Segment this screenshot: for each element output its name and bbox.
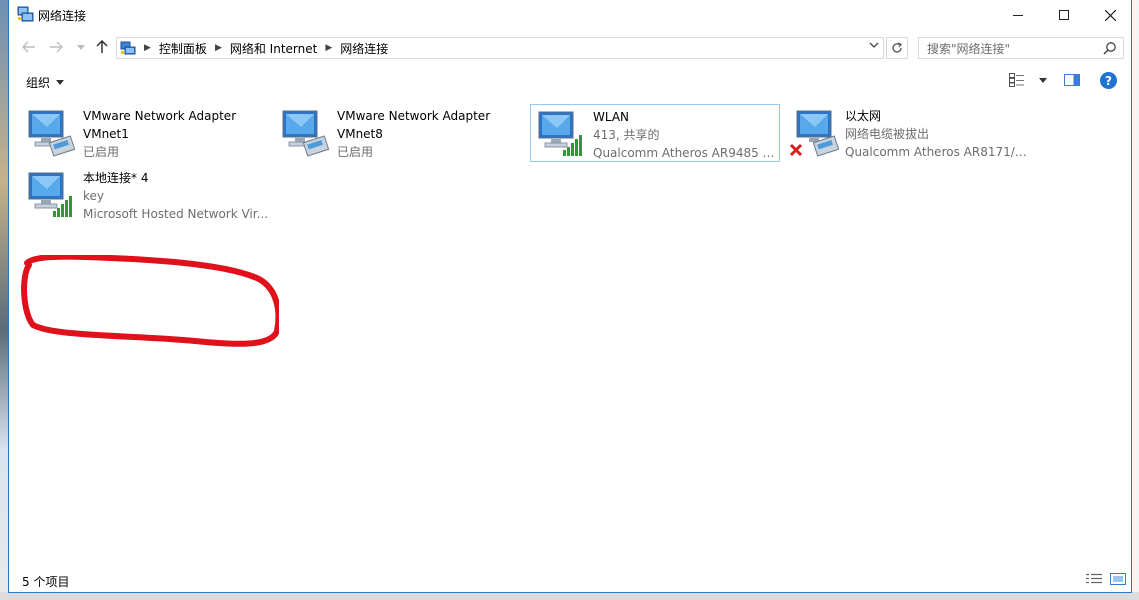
chevron-right-icon[interactable]: ▶ bbox=[215, 43, 222, 53]
list-item[interactable]: 以太网 网络电缆被拔出 Qualcomm Atheros AR8171/8... bbox=[783, 104, 1032, 161]
connection-text: 以太网 网络电缆被拔出 Qualcomm Atheros AR8171/8... bbox=[845, 107, 1031, 161]
wireless-adapter-icon bbox=[538, 111, 582, 156]
large-icons-view-icon[interactable] bbox=[1110, 573, 1126, 585]
search-icon[interactable] bbox=[1103, 41, 1117, 55]
connection-status: 已启用 bbox=[83, 145, 120, 159]
help-button[interactable]: ? bbox=[1100, 72, 1117, 89]
search-placeholder: 搜索"网络连接" bbox=[927, 41, 1011, 56]
list-item-selected[interactable]: WLAN 413, 共享的 Qualcomm Atheros AR9485 W.… bbox=[530, 104, 780, 162]
chevron-down-icon bbox=[77, 44, 85, 50]
taskbar-edge bbox=[0, 592, 1139, 600]
maximize-button[interactable] bbox=[1041, 0, 1087, 30]
chevron-right-icon[interactable]: ▶ bbox=[144, 43, 151, 53]
connection-device: Qualcomm Atheros AR9485 W... bbox=[593, 146, 779, 160]
command-bar: 组织 ? bbox=[9, 66, 1131, 96]
connection-status: 网络电缆被拔出 bbox=[845, 127, 930, 141]
status-bar: 5 个项目 bbox=[9, 569, 1131, 591]
connection-text: WLAN 413, 共享的 Qualcomm Atheros AR9485 W.… bbox=[593, 108, 779, 162]
title-bar[interactable]: 网络连接 bbox=[9, 0, 1131, 30]
organize-label: 组织 bbox=[26, 76, 51, 90]
connection-name: 以太网 bbox=[845, 109, 882, 123]
refresh-button[interactable] bbox=[886, 37, 908, 59]
forward-button[interactable] bbox=[46, 37, 66, 57]
connection-status: 已启用 bbox=[337, 145, 374, 159]
address-bar[interactable]: ▶ 控制面板 ▶ 网络和 Internet ▶ 网络连接 bbox=[116, 37, 884, 59]
chevron-right-icon[interactable]: ▶ bbox=[325, 43, 332, 53]
forward-arrow-icon bbox=[50, 41, 63, 53]
explorer-window: 网络连接 ▶ 控制面板 ▶ 网络和 Internet ▶ 网络连接 搜索"网络连… bbox=[8, 0, 1132, 593]
maximize-icon bbox=[1059, 10, 1069, 20]
connection-device: VMnet1 bbox=[83, 127, 129, 141]
breadcrumb-control-panel[interactable]: 控制面板 bbox=[159, 40, 207, 57]
window-title: 网络连接 bbox=[38, 9, 87, 23]
address-row: ▶ 控制面板 ▶ 网络和 Internet ▶ 网络连接 搜索"网络连接" bbox=[9, 34, 1131, 60]
preview-pane-button[interactable] bbox=[1064, 74, 1080, 86]
wireless-adapter-icon bbox=[28, 172, 72, 217]
connection-text: VMware Network Adapter VMnet8 已启用 bbox=[337, 107, 523, 161]
connection-text: VMware Network Adapter VMnet1 已启用 bbox=[83, 107, 269, 161]
minimize-button[interactable] bbox=[995, 0, 1041, 30]
up-button[interactable] bbox=[92, 37, 112, 57]
change-view-button[interactable] bbox=[1009, 73, 1047, 87]
connection-name: 本地连接* 4 bbox=[83, 171, 149, 185]
network-connections-icon bbox=[17, 6, 34, 22]
up-arrow-icon bbox=[96, 40, 108, 53]
connection-name: VMware Network Adapter bbox=[83, 109, 237, 123]
close-button[interactable] bbox=[1087, 0, 1133, 30]
connection-network: key bbox=[83, 189, 105, 203]
network-adapter-disconnected-icon bbox=[789, 110, 839, 157]
breadcrumb-network-internet[interactable]: 网络和 Internet bbox=[230, 40, 317, 57]
connection-text: 本地连接* 4 key Microsoft Hosted Network Vir… bbox=[83, 169, 269, 223]
network-adapter-icon bbox=[28, 110, 76, 157]
breadcrumb-network-connections[interactable]: 网络连接 bbox=[340, 40, 388, 57]
search-input[interactable]: 搜索"网络连接" bbox=[918, 37, 1124, 59]
view-caret-icon[interactable] bbox=[1039, 77, 1047, 83]
list-item[interactable]: VMware Network Adapter VMnet1 已启用 bbox=[21, 104, 270, 161]
back-arrow-icon bbox=[22, 41, 35, 53]
red-annotation-circle bbox=[21, 255, 279, 347]
caret-down-icon bbox=[56, 80, 65, 85]
address-dropdown-icon[interactable] bbox=[869, 40, 879, 51]
refresh-icon bbox=[892, 42, 903, 53]
connection-name: WLAN bbox=[593, 110, 630, 124]
list-item[interactable]: VMware Network Adapter VMnet8 已启用 bbox=[275, 104, 524, 161]
control-panel-icon bbox=[120, 41, 136, 55]
connection-device: Qualcomm Atheros AR8171/8... bbox=[845, 145, 1031, 159]
connection-network: 413, 共享的 bbox=[593, 128, 660, 142]
close-icon bbox=[1104, 9, 1116, 21]
recent-locations-button[interactable] bbox=[71, 37, 91, 57]
minimize-icon bbox=[1013, 14, 1023, 16]
connections-list: VMware Network Adapter VMnet1 已启用 VMware… bbox=[9, 100, 1131, 562]
network-adapter-icon bbox=[282, 110, 330, 157]
connection-device: VMnet8 bbox=[337, 127, 383, 141]
list-item[interactable]: 本地连接* 4 key Microsoft Hosted Network Vir… bbox=[21, 166, 270, 223]
item-count: 5 个项目 bbox=[22, 575, 70, 589]
view-options-icon bbox=[1009, 73, 1024, 87]
connection-device: Microsoft Hosted Network Vir... bbox=[83, 207, 269, 221]
back-button[interactable] bbox=[19, 37, 39, 57]
details-view-icon[interactable] bbox=[1086, 573, 1102, 585]
organize-menu-button[interactable]: 组织 bbox=[26, 74, 65, 91]
view-switcher bbox=[1086, 573, 1126, 585]
connection-name: VMware Network Adapter bbox=[337, 109, 491, 123]
